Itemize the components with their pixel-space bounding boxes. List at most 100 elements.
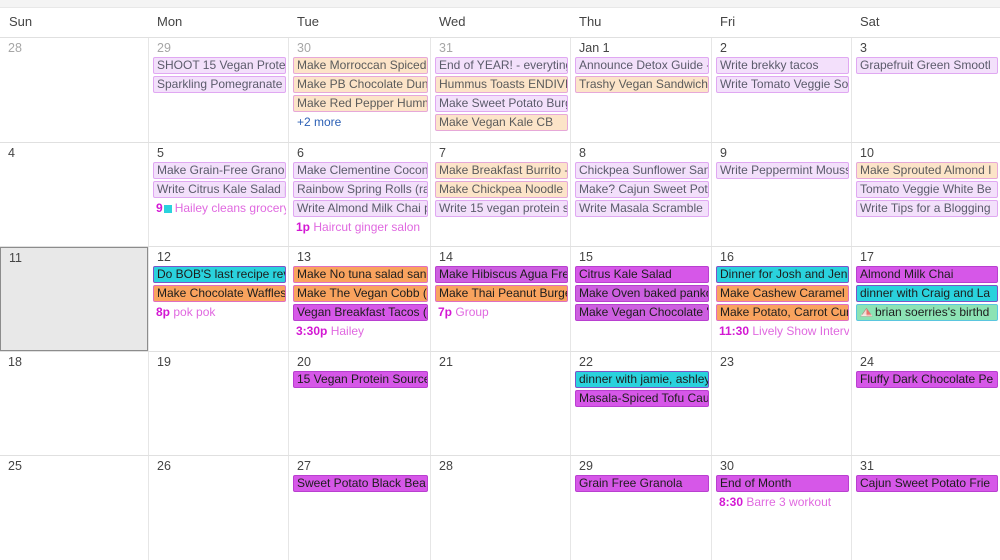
day-cell-13[interactable]: 13 Make No tuna salad san Make The Vegan C… xyxy=(288,247,430,351)
event-chip[interactable]: Sweet Potato Black Bea xyxy=(293,475,428,493)
day-cell-30[interactable]: 30 Make Morroccan Spiced Make PB Chocolate… xyxy=(288,38,430,142)
day-number[interactable]: 29 xyxy=(149,38,288,57)
day-cell-12[interactable]: 12 Do BOB'S last recipe rev Make Chocolate… xyxy=(148,247,288,351)
day-cell-11[interactable]: 11 xyxy=(0,247,148,351)
day-number[interactable]: 4 xyxy=(0,143,148,162)
day-cell-21[interactable]: 21 xyxy=(430,351,570,456)
event-chip[interactable]: Fluffy Dark Chocolate Pe xyxy=(856,370,998,388)
timed-event[interactable]: 11:30 Lively Show Intervie xyxy=(716,323,849,340)
day-number[interactable]: 26 xyxy=(149,456,288,475)
day-number[interactable]: 12 xyxy=(149,247,288,266)
event-chip[interactable]: brian soerries's birthd xyxy=(856,304,998,322)
day-number[interactable]: 18 xyxy=(0,352,148,371)
event-chip[interactable]: Rainbow Spring Rolls (ra xyxy=(293,180,428,198)
day-cell-2[interactable]: 2 Write brekky tacos Write Tomato Veggie S… xyxy=(711,38,851,142)
event-chip[interactable]: Make Thai Peanut Burge xyxy=(435,285,568,303)
event-chip[interactable]: Masala-Spiced Tofu Cau xyxy=(575,389,709,407)
event-chip[interactable]: Write Peppermint Mouss xyxy=(716,161,849,179)
day-number[interactable]: 23 xyxy=(712,352,851,371)
day-number[interactable]: 28 xyxy=(431,456,570,475)
event-chip[interactable]: Make PB Chocolate Dun xyxy=(293,76,428,93)
event-chip[interactable]: Trashy Vegan Sandwich xyxy=(575,76,709,93)
event-chip[interactable]: Citrus Kale Salad xyxy=(575,266,709,284)
event-chip[interactable]: Make Vegan Chocolate ' xyxy=(575,304,709,322)
timed-event[interactable]: 8p pok pok xyxy=(153,304,286,321)
day-number[interactable]: 15 xyxy=(571,247,711,266)
day-number[interactable]: 22 xyxy=(571,352,711,371)
day-number[interactable]: 25 xyxy=(0,456,148,475)
event-chip[interactable]: Write 15 vegan protein s xyxy=(435,199,568,217)
day-number[interactable]: 20 xyxy=(289,352,430,371)
day-number[interactable]: 10 xyxy=(852,143,1000,162)
day-number[interactable]: Jan 1 xyxy=(571,38,711,57)
day-number[interactable]: 8 xyxy=(571,143,711,162)
event-chip[interactable]: Make Grain-Free Granol xyxy=(153,161,286,179)
day-cell-31[interactable]: 31 End of YEAR! - everyting Hummus Toasts … xyxy=(430,38,570,142)
event-chip[interactable]: Write Citrus Kale Salad p xyxy=(153,180,286,198)
timed-event[interactable]: 3:30p Hailey xyxy=(293,323,428,340)
event-chip[interactable]: Make Sprouted Almond I xyxy=(856,161,998,179)
day-cell-6[interactable]: 6 Make Clementine Cocon Rainbow Spring Rol… xyxy=(288,142,430,247)
event-chip[interactable]: Make Morroccan Spiced xyxy=(293,57,428,74)
day-number[interactable]: 28 xyxy=(0,38,148,57)
event-chip[interactable]: Write brekky tacos xyxy=(716,57,849,74)
event-chip[interactable]: Make Potato, Carrot Cur xyxy=(716,304,849,322)
day-cell-19[interactable]: 19 xyxy=(148,351,288,456)
day-cell-8[interactable]: 8 Chickpea Sunflower San Make? Cajun Sweet… xyxy=(570,142,711,247)
event-chip[interactable]: Chickpea Sunflower San xyxy=(575,161,709,179)
timed-event[interactable]: 7p Group xyxy=(435,304,568,321)
day-cell-17[interactable]: 17 Almond Milk Chai dinner with Craig and … xyxy=(851,247,1000,351)
day-number[interactable]: 29 xyxy=(571,456,711,475)
day-cell-24[interactable]: 24 Fluffy Dark Chocolate Pe xyxy=(851,351,1000,456)
event-chip[interactable]: Cajun Sweet Potato Frie xyxy=(856,475,998,493)
event-chip[interactable]: Announce Detox Guide - xyxy=(575,57,709,74)
day-cell-15[interactable]: 15 Citrus Kale Salad Make Oven baked panko… xyxy=(570,247,711,351)
event-chip[interactable]: Make? Cajun Sweet Pot xyxy=(575,180,709,198)
event-chip[interactable]: Make Hibiscus Agua Fre xyxy=(435,266,568,284)
day-number[interactable]: 31 xyxy=(852,456,1000,475)
event-chip[interactable]: Tomato Veggie White Be xyxy=(856,180,998,198)
day-cell-16[interactable]: 16 Dinner for Josh and Jen! Make Cashew Ca… xyxy=(711,247,851,351)
event-chip[interactable]: Do BOB'S last recipe rev xyxy=(153,266,286,284)
day-number[interactable]: 3 xyxy=(852,38,1000,57)
event-chip[interactable]: Make Breakfast Burrito - xyxy=(435,161,568,179)
day-cell-26[interactable]: 26 xyxy=(148,456,288,560)
day-number[interactable]: 9 xyxy=(712,143,851,162)
event-chip[interactable]: Make The Vegan Cobb ( xyxy=(293,285,428,303)
event-chip[interactable]: Write Masala Scramble xyxy=(575,199,709,217)
event-chip[interactable]: Make Vegan Kale CB xyxy=(435,114,568,131)
day-cell-29[interactable]: 29 Grain Free Granola xyxy=(570,456,711,560)
day-number[interactable]: 30 xyxy=(712,456,851,475)
event-chip[interactable]: 15 Vegan Protein Source xyxy=(293,370,428,388)
day-number[interactable]: 24 xyxy=(852,352,1000,371)
timed-event[interactable]: 1p Haircut ginger salon xyxy=(293,219,428,236)
day-cell-7[interactable]: 7 Make Breakfast Burrito - Make Chickpea N… xyxy=(430,142,570,247)
event-chip[interactable]: Hummus Toasts ENDIVI xyxy=(435,76,568,93)
day-cell-31[interactable]: 31 Cajun Sweet Potato Frie xyxy=(851,456,1000,560)
day-number[interactable]: 14 xyxy=(431,247,570,266)
day-number[interactable]: 2 xyxy=(712,38,851,57)
event-chip[interactable]: Make Sweet Potato Burg xyxy=(435,95,568,112)
event-chip[interactable]: Write Tomato Veggie So xyxy=(716,76,849,93)
event-chip[interactable]: dinner with Craig and La xyxy=(856,285,998,303)
event-chip[interactable]: Write Almond Milk Chai p xyxy=(293,199,428,217)
event-chip[interactable]: Make Oven baked panko xyxy=(575,285,709,303)
day-number[interactable]: 21 xyxy=(431,352,570,371)
day-number[interactable]: 19 xyxy=(149,352,288,371)
timed-event[interactable]: 8:30 Barre 3 workout xyxy=(716,494,849,511)
event-chip[interactable]: Make Chocolate Waffles xyxy=(153,285,286,303)
day-cell-25[interactable]: 25 xyxy=(0,456,148,560)
day-cell-9[interactable]: 9 Write Peppermint Mouss xyxy=(711,142,851,247)
day-cell-29[interactable]: 29 SHOOT 15 Vegan Prote Sparkling Pomegran… xyxy=(148,38,288,142)
event-chip[interactable]: Make No tuna salad san xyxy=(293,266,428,284)
more-events-link[interactable]: +2 more xyxy=(293,114,428,130)
event-chip[interactable]: Dinner for Josh and Jen! xyxy=(716,266,849,284)
day-cell-14[interactable]: 14 Make Hibiscus Agua Fre Make Thai Peanut… xyxy=(430,247,570,351)
event-chip[interactable]: Almond Milk Chai xyxy=(856,266,998,284)
event-chip[interactable]: Make Red Pepper Humm xyxy=(293,95,428,112)
day-cell-30[interactable]: 30 End of Month 8:30 Barre 3 workout xyxy=(711,456,851,560)
day-number[interactable]: 30 xyxy=(289,38,430,57)
event-chip[interactable]: dinner with jamie, ashley xyxy=(575,370,709,388)
day-cell-27[interactable]: 27 Sweet Potato Black Bea xyxy=(288,456,430,560)
day-number[interactable]: 7 xyxy=(431,143,570,162)
